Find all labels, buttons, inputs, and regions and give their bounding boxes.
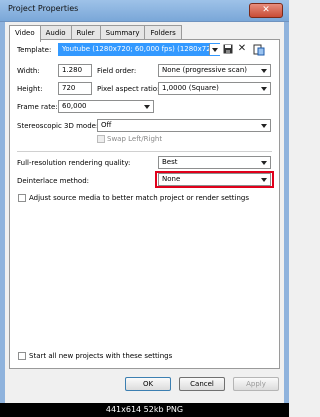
divider <box>17 151 272 152</box>
apply-button[interactable]: Apply <box>233 377 279 391</box>
height-label: Height: <box>17 85 43 93</box>
cancel-button[interactable]: Cancel <box>179 377 225 391</box>
width-label: Width: <box>17 67 40 75</box>
tab-video[interactable]: Video <box>9 25 41 42</box>
template-dropdown[interactable]: Youtube (1280x720; 60,000 fps) (1280x720… <box>58 43 220 56</box>
swap-left-right-label: Swap Left/Right <box>107 135 163 143</box>
tab-ruler[interactable]: Ruler <box>70 25 101 40</box>
tab-folders[interactable]: Folders <box>144 25 182 40</box>
pixel-aspect-value: 1,0000 (Square) <box>162 84 219 92</box>
adjust-media-label: Adjust source media to better match proj… <box>29 194 250 202</box>
frame-rate-dropdown[interactable]: 60,000 <box>58 100 154 113</box>
adjust-media-checkbox[interactable] <box>18 194 26 202</box>
close-button[interactable]: ✕ <box>249 3 283 18</box>
stereo-value: Off <box>101 121 112 129</box>
render-quality-dropdown[interactable]: Best <box>158 156 271 169</box>
template-dropdown-button[interactable] <box>209 44 220 55</box>
field-order-label: Field order: <box>97 67 137 75</box>
stereo-label: Stereoscopic 3D mode: <box>17 122 99 130</box>
field-order-value: None (progressive scan) <box>162 66 248 74</box>
chevron-down-icon <box>261 69 267 73</box>
deinterlace-label: Deinterlace method: <box>17 177 90 185</box>
width-input[interactable]: 1.280 <box>58 64 92 77</box>
image-caption: 441x614 52kb PNG <box>0 403 289 417</box>
template-label: Template: <box>17 46 52 54</box>
template-value: Youtube (1280x720; 60,000 fps) (1280x720… <box>62 45 218 53</box>
deinterlace-value: None <box>162 175 181 183</box>
match-media-settings-icon[interactable] <box>253 44 265 56</box>
pixel-aspect-label: Pixel aspect ratio: <box>97 85 160 93</box>
tab-summary[interactable]: Summary <box>99 25 146 40</box>
pixel-aspect-dropdown[interactable]: 1,0000 (Square) <box>158 82 271 95</box>
chevron-down-icon <box>261 124 267 128</box>
tab-bar: Video Audio Ruler Summary Folders <box>9 25 182 42</box>
chevron-down-icon <box>261 178 267 182</box>
render-quality-label: Full-resolution rendering quality: <box>17 159 131 167</box>
field-order-dropdown[interactable]: None (progressive scan) <box>158 64 271 77</box>
render-quality-value: Best <box>162 158 178 166</box>
frame-rate-value: 60,000 <box>62 102 87 110</box>
frame-rate-label: Frame rate: <box>17 103 58 111</box>
stereo-dropdown[interactable]: Off <box>97 119 271 132</box>
chevron-down-icon <box>261 87 267 91</box>
height-input[interactable]: 720 <box>58 82 92 95</box>
chevron-down-icon <box>261 161 267 165</box>
ok-button[interactable]: OK <box>125 377 171 391</box>
start-all-projects-label: Start all new projects with these settin… <box>29 352 173 360</box>
start-all-projects-checkbox[interactable] <box>18 352 26 360</box>
tab-audio[interactable]: Audio <box>39 25 72 40</box>
save-template-icon[interactable] <box>222 44 234 56</box>
deinterlace-dropdown[interactable]: None <box>158 173 271 186</box>
window-title: Project Properties <box>8 4 79 13</box>
delete-template-icon[interactable]: ✕ <box>236 43 248 55</box>
chevron-down-icon <box>144 105 150 109</box>
swap-left-right-checkbox[interactable] <box>97 135 105 143</box>
